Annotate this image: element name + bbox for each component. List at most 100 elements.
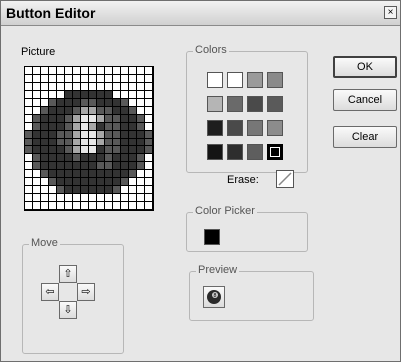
pixel-cell[interactable] [25, 146, 33, 155]
pixel-cell[interactable] [89, 122, 97, 131]
current-color-swatch[interactable] [204, 229, 220, 245]
pixel-cell[interactable] [33, 146, 41, 155]
pixel-cell[interactable] [41, 114, 49, 123]
pixel-cell[interactable] [73, 82, 81, 91]
pixel-cell[interactable] [129, 154, 137, 163]
pixel-cell[interactable] [129, 178, 137, 187]
pixel-cell[interactable] [73, 74, 81, 83]
pixel-cell[interactable] [89, 170, 97, 179]
pixel-cell[interactable] [113, 202, 121, 210]
pixel-cell[interactable] [137, 67, 145, 75]
pixel-cell[interactable] [121, 98, 129, 107]
pixel-cell[interactable] [41, 202, 49, 210]
pixel-cell[interactable] [105, 146, 113, 155]
pixel-cell[interactable] [57, 90, 65, 99]
pixel-cell[interactable] [49, 186, 57, 195]
pixel-cell[interactable] [65, 122, 73, 131]
pixel-cell[interactable] [137, 178, 145, 187]
pixel-cell[interactable] [97, 178, 105, 187]
pixel-cell[interactable] [89, 194, 97, 203]
pixel-cell[interactable] [113, 82, 121, 91]
pixel-cell[interactable] [33, 90, 41, 99]
pixel-cell[interactable] [49, 106, 57, 115]
color-swatch[interactable] [227, 96, 243, 112]
pixel-cell[interactable] [97, 114, 105, 123]
pixel-cell[interactable] [121, 170, 129, 179]
preview-button[interactable]: 8 [203, 286, 225, 308]
pixel-cell[interactable] [41, 178, 49, 187]
pixel-cell[interactable] [145, 74, 153, 83]
pixel-cell[interactable] [121, 194, 129, 203]
pixel-cell[interactable] [73, 146, 81, 155]
pixel-cell[interactable] [105, 194, 113, 203]
pixel-cell[interactable] [33, 154, 41, 163]
pixel-cell[interactable] [25, 178, 33, 187]
pixel-cell[interactable] [137, 90, 145, 99]
pixel-cell[interactable] [105, 67, 113, 75]
pixel-cell[interactable] [113, 67, 121, 75]
pixel-cell[interactable] [25, 90, 33, 99]
pixel-cell[interactable] [81, 90, 89, 99]
pixel-cell[interactable] [121, 138, 129, 147]
pixel-cell[interactable] [81, 146, 89, 155]
pixel-cell[interactable] [57, 138, 65, 147]
pixel-cell[interactable] [33, 130, 41, 139]
pixel-cell[interactable] [129, 138, 137, 147]
pixel-cell[interactable] [137, 138, 145, 147]
pixel-cell[interactable] [57, 82, 65, 91]
pixel-cell[interactable] [113, 178, 121, 187]
pixel-cell[interactable] [49, 122, 57, 131]
pixel-cell[interactable] [105, 154, 113, 163]
pixel-cell[interactable] [81, 67, 89, 75]
pixel-cell[interactable] [73, 130, 81, 139]
color-swatch[interactable] [207, 96, 223, 112]
pixel-cell[interactable] [49, 154, 57, 163]
pixel-cell[interactable] [105, 138, 113, 147]
pixel-cell[interactable] [137, 114, 145, 123]
pixel-cell[interactable] [41, 98, 49, 107]
pixel-cell[interactable] [49, 90, 57, 99]
pixel-cell[interactable] [65, 130, 73, 139]
pixel-cell[interactable] [97, 170, 105, 179]
pixel-cell[interactable] [81, 162, 89, 171]
pixel-cell[interactable] [121, 146, 129, 155]
pixel-cell[interactable] [129, 74, 137, 83]
pixel-cell[interactable] [145, 202, 153, 210]
pixel-cell[interactable] [65, 154, 73, 163]
pixel-cell[interactable] [89, 162, 97, 171]
pixel-cell[interactable] [33, 186, 41, 195]
pixel-cell[interactable] [121, 202, 129, 210]
pixel-cell[interactable] [65, 202, 73, 210]
pixel-cell[interactable] [129, 186, 137, 195]
pixel-cell[interactable] [129, 162, 137, 171]
pixel-cell[interactable] [89, 146, 97, 155]
pixel-cell[interactable] [89, 98, 97, 107]
pixel-cell[interactable] [49, 162, 57, 171]
pixel-cell[interactable] [129, 194, 137, 203]
pixel-cell[interactable] [145, 146, 153, 155]
pixel-cell[interactable] [113, 162, 121, 171]
pixel-cell[interactable] [81, 154, 89, 163]
pixel-cell[interactable] [113, 154, 121, 163]
pixel-cell[interactable] [65, 194, 73, 203]
pixel-cell[interactable] [41, 67, 49, 75]
pixel-cell[interactable] [33, 106, 41, 115]
pixel-cell[interactable] [49, 98, 57, 107]
pixel-cell[interactable] [97, 67, 105, 75]
color-swatch[interactable] [267, 96, 283, 112]
color-swatch[interactable] [247, 72, 263, 88]
pixel-cell[interactable] [105, 130, 113, 139]
pixel-cell[interactable] [57, 74, 65, 83]
color-swatch[interactable] [267, 120, 283, 136]
pixel-cell[interactable] [145, 106, 153, 115]
pixel-cell[interactable] [121, 82, 129, 91]
move-down-arrow-icon[interactable]: ⇩ [59, 301, 77, 319]
pixel-cell[interactable] [89, 154, 97, 163]
pixel-cell[interactable] [49, 194, 57, 203]
move-up-arrow-icon[interactable]: ⇧ [59, 265, 77, 283]
pixel-cell[interactable] [97, 146, 105, 155]
move-right-arrow-icon[interactable]: ⇨ [77, 283, 95, 301]
pixel-cell[interactable] [81, 170, 89, 179]
pixel-cell[interactable] [97, 130, 105, 139]
pixel-cell[interactable] [145, 90, 153, 99]
